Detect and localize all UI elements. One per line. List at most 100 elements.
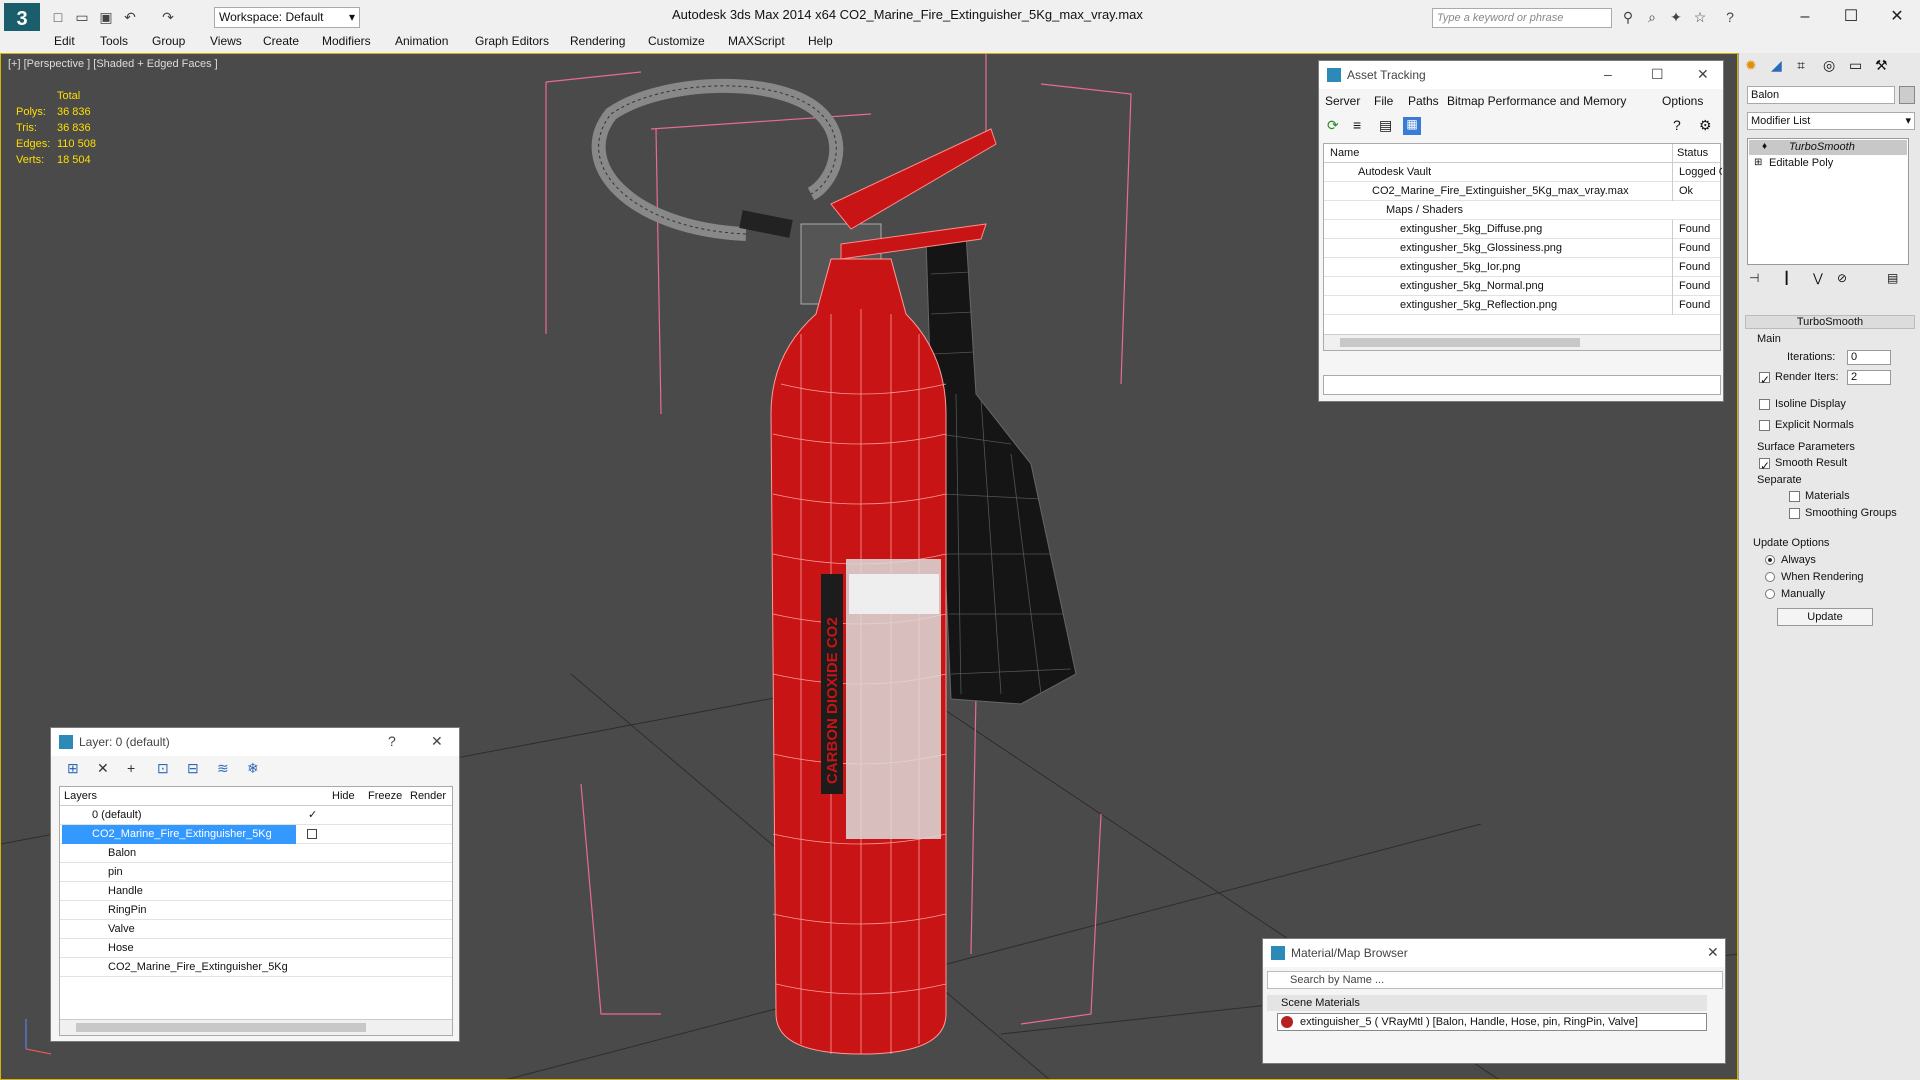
layer-titlebar[interactable]: Layer: 0 (default) [51,728,459,756]
maximize-icon[interactable]: ☐ [1651,66,1664,83]
material-browser-titlebar[interactable]: Material/Map Browser [1263,939,1725,967]
render-iters-spinner[interactable]: 2 [1847,370,1891,385]
table-row[interactable]: extingusher_5kg_Reflection.png Found [1324,296,1720,315]
col-name-header[interactable]: Name [1330,144,1359,163]
help-icon[interactable]: ? [1673,117,1681,133]
settings-icon[interactable]: ⚙ [1699,117,1712,134]
new-layer-icon[interactable]: ⊞ [67,760,79,777]
table-view-icon[interactable]: ▦ [1403,117,1421,135]
scrollbar-thumb[interactable] [1340,338,1580,347]
object-color-swatch[interactable] [1899,86,1915,104]
layer-object-row[interactable]: CO2_Marine_Fire_Extinguisher_5Kg [60,958,452,977]
stack-item-editable-poly[interactable]: Editable Poly [1749,156,1907,171]
close-icon[interactable]: ✕ [1707,944,1719,961]
turbosmooth-rollout-header[interactable]: TurboSmooth [1745,315,1915,329]
menu-animation[interactable]: Animation [395,34,448,48]
minimize-icon[interactable]: – [1782,4,1828,30]
workspace-dropdown[interactable]: Workspace: Default ▾ [214,7,360,28]
iterations-spinner[interactable]: 0 [1847,350,1891,365]
layer-row[interactable]: 0 (default) ✓ [60,806,452,825]
menu-group[interactable]: Group [152,34,185,48]
display-tab-icon[interactable]: ▭ [1849,57,1862,74]
menu-options[interactable]: Options [1662,94,1703,108]
layer-object-row[interactable]: Hose [60,939,452,958]
freeze-all-icon[interactable]: ❄ [247,760,259,777]
menu-rendering[interactable]: Rendering [570,34,625,48]
layer-object-row[interactable]: RingPin [60,901,452,920]
table-row[interactable]: CO2_Marine_Fire_Extinguisher_5Kg_max_vra… [1324,182,1720,201]
menu-tools[interactable]: Tools [100,34,128,48]
redo-icon[interactable]: ↷ [160,9,176,25]
minimize-icon[interactable]: – [1604,66,1612,82]
hierarchy-tab-icon[interactable]: ⌗ [1797,57,1805,74]
always-radio[interactable] [1765,555,1775,565]
table-row[interactable]: extingusher_5kg_Glossiness.png Found [1324,239,1720,258]
table-row[interactable]: extingusher_5kg_Normal.png Found [1324,277,1720,296]
horizontal-scrollbar[interactable] [1324,334,1720,350]
table-row[interactable]: Autodesk Vault Logged O [1324,163,1722,182]
checkmark-icon[interactable]: ✓ [308,806,317,825]
materials-checkbox[interactable] [1789,491,1800,502]
col-hide-header[interactable]: Hide [332,787,355,806]
asset-path-field[interactable] [1323,375,1721,395]
col-freeze-header[interactable]: Freeze [368,787,402,806]
col-status-header[interactable]: Status [1672,144,1722,163]
table-row[interactable]: extingusher_5kg_Ior.png Found [1324,258,1720,277]
new-file-icon[interactable]: □ [50,9,66,25]
isoline-checkbox[interactable] [1759,399,1770,410]
close-icon[interactable]: ✕ [1874,4,1920,30]
menu-modifiers[interactable]: Modifiers [322,34,371,48]
menu-server[interactable]: Server [1325,94,1360,108]
select-objects-icon[interactable]: ⊡ [157,760,169,777]
object-name-field[interactable]: Balon [1747,86,1895,104]
close-icon[interactable]: ✕ [1697,66,1709,83]
menu-bitmap[interactable]: Bitmap Performance and Memory [1447,94,1626,108]
modify-tab-icon[interactable]: ◢ [1771,57,1782,74]
stack-item-turbosmooth[interactable]: TurboSmooth [1749,140,1907,155]
refresh-icon[interactable]: ⟳ [1327,117,1339,134]
search-input[interactable]: Type a keyword or phrase [1432,8,1612,28]
menu-views[interactable]: Views [210,34,242,48]
menu-file[interactable]: File [1374,94,1393,108]
scene-materials-section[interactable]: Scene Materials [1267,995,1707,1011]
col-layers-header[interactable]: Layers [64,787,97,806]
col-render-header[interactable]: Render [410,787,446,806]
open-file-icon[interactable]: ▭ [74,9,90,25]
menu-edit[interactable]: Edit [54,34,75,48]
menu-create[interactable]: Create [263,34,299,48]
explicit-normals-checkbox[interactable] [1759,420,1770,431]
table-row[interactable]: Maps / Shaders [1324,201,1720,220]
menu-maxscript[interactable]: MAXScript [728,34,785,48]
current-layer-box[interactable] [307,829,317,839]
highlight-layer-icon[interactable]: ⊟ [187,760,199,777]
add-to-layer-icon[interactable]: + [127,760,135,776]
material-search-input[interactable]: Search by Name ... [1267,971,1723,989]
menu-graph-editors[interactable]: Graph Editors [475,34,549,48]
layer-object-row[interactable]: Handle [60,882,452,901]
binoculars-icon[interactable]: ⚲ [1620,9,1636,25]
remove-modifier-icon[interactable]: ⊘ [1837,271,1847,285]
search-icon[interactable]: ⌕ [1644,9,1660,25]
menu-help[interactable]: Help [808,34,833,48]
create-tab-icon[interactable]: ✹ [1745,57,1757,74]
help-icon[interactable]: ? [388,733,396,749]
utilities-tab-icon[interactable]: ⚒ [1875,57,1888,74]
help-icon[interactable]: ? [1722,9,1738,25]
configure-sets-icon[interactable]: ▤ [1887,271,1898,285]
tree-icon[interactable]: ▤ [1379,117,1392,134]
smooth-result-checkbox[interactable]: ✓ [1759,458,1770,473]
layer-row-selected[interactable]: CO2_Marine_Fire_Extinguisher_5Kg [60,825,452,844]
update-button[interactable]: Update [1777,608,1873,626]
smoothing-groups-checkbox[interactable] [1789,508,1800,519]
star-icon[interactable]: ☆ [1692,9,1708,25]
delete-layer-icon[interactable]: ✕ [97,760,109,777]
horizontal-scrollbar[interactable] [60,1019,452,1035]
viewport-label[interactable]: [+] [Perspective ] [Shaded + Edged Faces… [8,58,218,70]
save-icon[interactable]: ▣ [98,9,114,25]
motion-tab-icon[interactable]: ◎ [1823,57,1835,74]
lightbulb-icon[interactable]: ♦ [1762,141,1767,152]
material-item[interactable]: extinguisher_5 ( VRayMtl ) [Balon, Handl… [1277,1013,1707,1031]
table-row[interactable]: extingusher_5kg_Diffuse.png Found [1324,220,1720,239]
hide-all-icon[interactable]: ≋ [217,760,229,777]
undo-icon[interactable]: ↶ [122,9,138,25]
